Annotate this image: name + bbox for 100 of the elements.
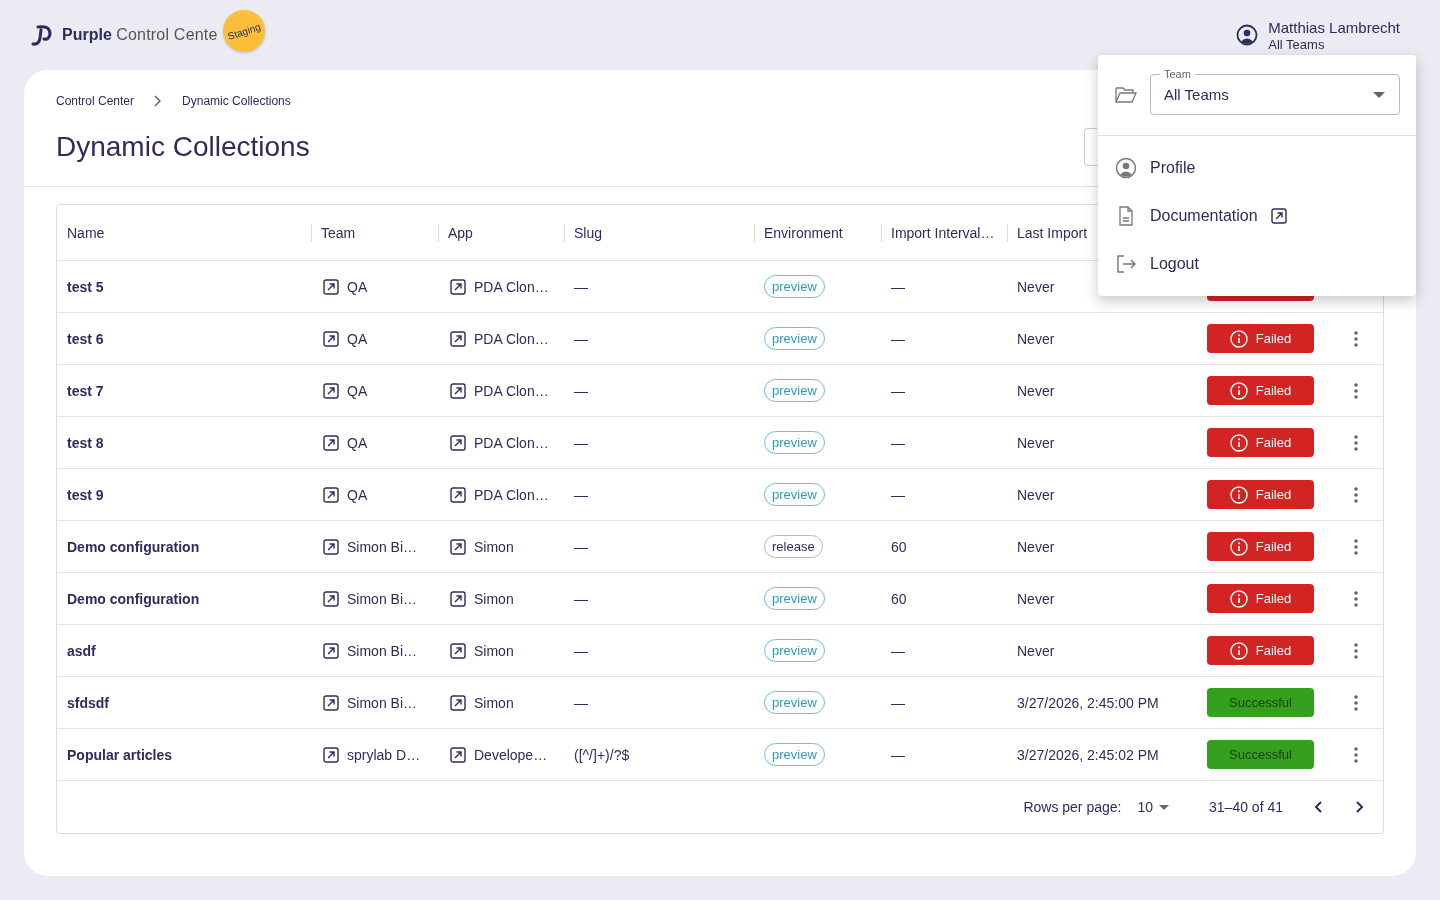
team-link[interactable]: QA <box>311 434 438 451</box>
interval-cell-text: — <box>890 486 906 503</box>
team-link[interactable]: Simon Bi… <box>311 590 438 607</box>
page-title: Dynamic Collections <box>56 131 310 163</box>
app-link[interactable]: Simon <box>438 642 564 659</box>
column-header[interactable]: Import Interval… <box>891 224 995 241</box>
more-options-icon[interactable] <box>1354 538 1358 555</box>
last-import-cell-text: Never <box>1016 538 1056 555</box>
name-cell-text: test 9 <box>66 486 105 503</box>
external-link-icon <box>450 746 466 763</box>
name-cell-text: test 5 <box>66 278 105 295</box>
external-link-icon <box>450 278 466 295</box>
status-badge: Successful <box>1207 688 1314 717</box>
interval-cell-text: 60 <box>890 590 908 607</box>
last-import-cell-text: Never <box>1016 330 1056 347</box>
external-link-icon <box>450 538 466 555</box>
app-link[interactable]: Simon <box>438 538 564 555</box>
more-options-icon[interactable] <box>1354 434 1358 451</box>
team-link[interactable]: QA <box>311 486 438 503</box>
external-link-icon <box>450 486 466 503</box>
breadcrumb-link[interactable]: Control Center <box>56 94 135 108</box>
user-icon[interactable] <box>1236 24 1259 46</box>
status-badge: Failed <box>1207 480 1314 509</box>
column-header[interactable]: Environment <box>764 224 843 241</box>
more-options-icon[interactable] <box>1354 642 1358 659</box>
app-link[interactable]: PDA Clon… <box>438 330 564 347</box>
interval-cell-text: — <box>890 382 906 399</box>
menu-item[interactable]: Profile <box>1098 144 1416 192</box>
status-badge: Failed <box>1207 636 1314 665</box>
app-link[interactable]: Simon <box>438 694 564 711</box>
page-range: 31–40 of 41 <box>1209 799 1283 815</box>
more-options-icon[interactable] <box>1354 590 1358 607</box>
external-link-icon <box>323 746 339 763</box>
status-badge: Failed <box>1207 376 1314 405</box>
more-options-icon[interactable] <box>1354 382 1358 399</box>
info-icon <box>1229 485 1248 504</box>
slug-cell-text: — <box>573 590 589 607</box>
status-badge: Failed <box>1207 532 1314 561</box>
menu-item[interactable]: Logout <box>1098 240 1416 288</box>
app-link[interactable]: Simon <box>438 590 564 607</box>
team-link[interactable]: QA <box>311 330 438 347</box>
dropdown-caret-icon <box>1373 90 1385 99</box>
app-title: Purple Control Cente <box>62 26 218 44</box>
status-badge: Successful <box>1207 740 1314 769</box>
column-header[interactable]: Last Import <box>1017 224 1088 241</box>
menu-item[interactable]: Documentation <box>1098 192 1416 240</box>
slug-cell-text: — <box>573 278 589 295</box>
interval-cell-text: — <box>890 278 906 295</box>
user-team: All Teams <box>1268 36 1326 52</box>
team-link[interactable]: Simon Bi… <box>311 538 438 555</box>
external-link-icon <box>450 642 466 659</box>
more-options-icon[interactable] <box>1354 486 1358 503</box>
slug-cell-text: — <box>573 382 589 399</box>
interval-cell-text: — <box>890 694 906 711</box>
logout-icon <box>1115 253 1137 275</box>
app-link[interactable]: PDA Clon… <box>438 434 564 451</box>
more-options-icon[interactable] <box>1354 746 1358 763</box>
last-import-cell-text: Never <box>1016 382 1056 399</box>
slug-cell-text: — <box>573 486 589 503</box>
interval-cell-text: — <box>890 746 906 763</box>
app-link[interactable]: PDA Clon… <box>438 278 564 295</box>
external-link-icon <box>323 278 339 295</box>
app-link[interactable]: PDA Clon… <box>438 486 564 503</box>
user-icon <box>1115 157 1137 179</box>
column-header[interactable]: Name <box>67 224 105 241</box>
info-icon <box>1229 589 1248 608</box>
external-link-icon <box>323 486 339 503</box>
column-header[interactable]: Team <box>321 224 356 241</box>
external-link-icon <box>450 330 466 347</box>
more-options-icon[interactable] <box>1354 694 1358 711</box>
app-link[interactable]: Develope… <box>438 746 564 763</box>
external-link-icon <box>323 330 339 347</box>
app-link[interactable]: PDA Clon… <box>438 382 564 399</box>
team-link[interactable]: Simon Bi… <box>311 642 438 659</box>
last-import-cell-text: Never <box>1016 278 1056 295</box>
name-cell-text: Demo configuration <box>66 538 201 555</box>
column-header[interactable]: Slug <box>574 224 603 241</box>
team-link[interactable]: Simon Bi… <box>311 694 438 711</box>
name-cell-text: asdf <box>66 642 97 659</box>
status-badge: Failed <box>1207 428 1314 457</box>
external-link-icon <box>323 694 339 711</box>
more-options-icon[interactable] <box>1354 330 1358 347</box>
team-link[interactable]: QA <box>311 278 438 295</box>
info-icon <box>1229 641 1248 660</box>
slug-cell-text: — <box>573 330 589 347</box>
external-link-icon <box>323 642 339 659</box>
folder-icon <box>1115 84 1137 105</box>
info-icon <box>1229 433 1248 452</box>
column-header[interactable]: App <box>448 224 473 241</box>
rows-per-page-select[interactable]: 10 <box>1137 799 1172 815</box>
team-link[interactable]: sprylab D… <box>311 746 438 763</box>
name-cell-text: Popular articles <box>66 746 174 763</box>
team-link[interactable]: QA <box>311 382 438 399</box>
external-link-icon <box>323 538 339 555</box>
status-badge: Failed <box>1207 584 1314 613</box>
interval-cell-text: — <box>890 434 906 451</box>
last-import-cell-text: 3/27/2026, 2:45:00 PM <box>1016 694 1160 711</box>
last-import-cell-text: Never <box>1016 486 1056 503</box>
user-name[interactable]: Matthias Lambrecht <box>1268 18 1400 37</box>
slug-cell-text: — <box>573 642 589 659</box>
